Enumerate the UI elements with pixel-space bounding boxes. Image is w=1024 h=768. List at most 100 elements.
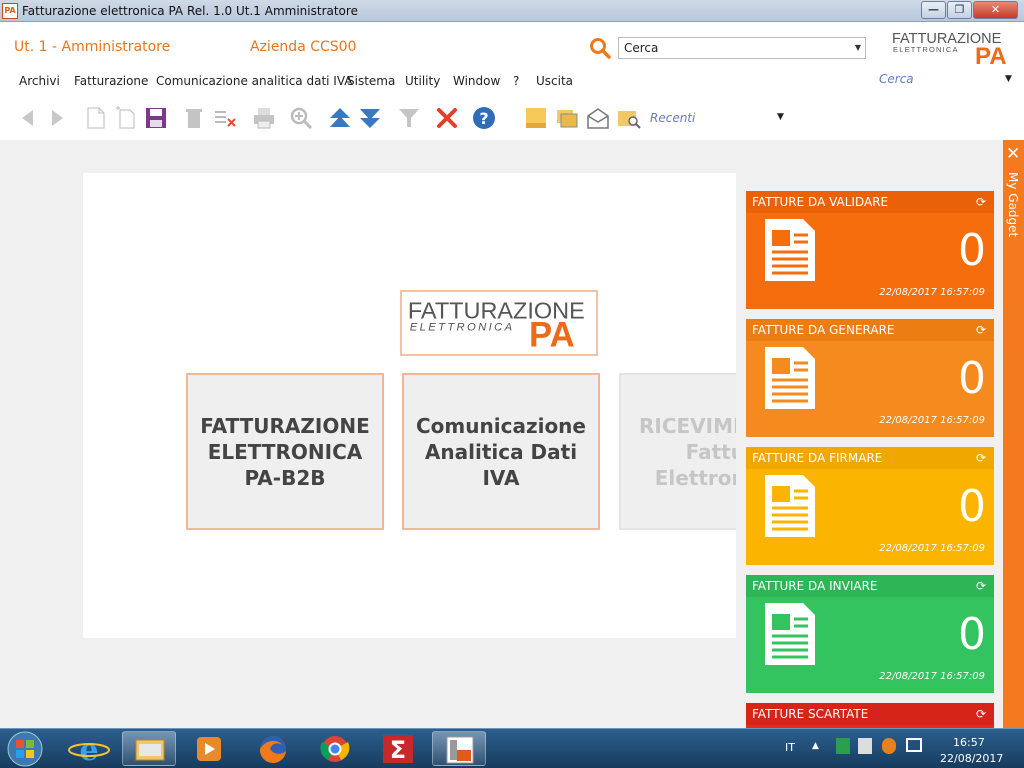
media-player-icon — [197, 737, 221, 761]
taskbar-fatturazione-pa[interactable] — [432, 731, 486, 766]
new-document-icon[interactable] — [84, 106, 108, 130]
search-folder-icon[interactable] — [617, 106, 641, 130]
my-gadget-label: My Gadget — [1006, 172, 1020, 238]
taskbar-sigma-app[interactable]: Σ — [371, 731, 425, 766]
internet-explorer-icon: e — [68, 733, 110, 768]
clock-time[interactable]: 16:57 — [953, 736, 985, 749]
gadget-timestamp: 22/08/2017 16:57:09 — [879, 415, 985, 426]
gadget-fatture-da-validare[interactable]: FATTURE DA VALIDARE ⟳ 0 22/08/2017 16:57… — [746, 191, 994, 309]
tile-ricevimento-fatture[interactable]: RICEVIMENTO Fatture Elettroniche — [619, 373, 736, 530]
windows-start-icon[interactable] — [5, 730, 45, 768]
document-icon — [765, 603, 815, 665]
firefox-icon — [259, 736, 286, 764]
menu-fatturazione[interactable]: Fatturazione — [74, 74, 148, 88]
minimize-button[interactable]: — — [921, 1, 946, 19]
gadget-title: FATTURE SCARTATE — [746, 703, 994, 725]
clock-date[interactable]: 22/08/2017 — [940, 752, 1003, 765]
gadget-fatture-da-inviare[interactable]: FATTURE DA INVIARE ⟳ 0 22/08/2017 16:57:… — [746, 575, 994, 693]
gadget-title: FATTURE DA VALIDARE — [746, 191, 994, 213]
back-arrow-icon[interactable] — [16, 106, 40, 130]
tray-app-icon[interactable] — [836, 738, 850, 754]
document-icon — [765, 219, 815, 281]
gadget-count: 0 — [958, 353, 986, 404]
gadget-fatture-scartate[interactable]: FATTURE SCARTATE ⟳ — [746, 703, 994, 728]
cancel-x-icon[interactable] — [435, 106, 459, 130]
search-dropdown-arrow[interactable]: ▼ — [851, 38, 865, 58]
gadget-title: FATTURE DA GENERARE — [746, 319, 994, 341]
zoom-icon[interactable] — [289, 106, 313, 130]
my-gadget-sidebar[interactable]: ✕ My Gadget — [1003, 140, 1024, 728]
quick-search-field[interactable]: Cerca — [879, 72, 914, 86]
menu-help[interactable]: ? — [513, 74, 519, 88]
menu-archivi[interactable]: Archivi — [19, 74, 60, 88]
gadget-title: FATTURE DA FIRMARE — [746, 447, 994, 469]
taskbar-media-player[interactable] — [182, 731, 236, 766]
taskbar-file-explorer[interactable] — [122, 731, 176, 766]
menu-sistema[interactable]: Sistema — [347, 74, 395, 88]
forward-arrow-icon[interactable] — [45, 106, 69, 130]
delete-rows-icon[interactable] — [213, 106, 237, 130]
gadget-count: 0 — [958, 609, 986, 660]
taskbar-firefox[interactable] — [246, 731, 300, 766]
refresh-icon[interactable]: ⟳ — [976, 451, 986, 465]
folders-icon[interactable] — [555, 106, 579, 130]
gadget-timestamp: 22/08/2017 16:57:09 — [879, 287, 985, 298]
language-indicator[interactable]: IT — [785, 741, 795, 754]
svg-text:PA: PA — [975, 43, 1007, 66]
recent-items-combo[interactable]: Recenti — [650, 111, 695, 125]
maximize-button[interactable]: ❐ — [947, 1, 972, 19]
menu-comunicazione-analitica[interactable]: Comunicazione analitica dati IVA — [156, 74, 352, 88]
svg-text:?: ? — [479, 109, 488, 128]
window-title: Fatturazione elettronica PA Rel. 1.0 Ut.… — [22, 4, 358, 18]
gadget-count: 0 — [958, 481, 986, 532]
refresh-icon[interactable]: ⟳ — [976, 195, 986, 209]
delete-trash-icon[interactable] — [182, 106, 206, 130]
menu-window[interactable]: Window — [453, 74, 500, 88]
recent-items-dropdown-arrow[interactable]: ▼ — [777, 112, 784, 122]
gadget-timestamp: 22/08/2017 16:57:09 — [879, 543, 985, 554]
search-input[interactable]: Cerca — [618, 37, 866, 59]
chrome-icon — [320, 736, 350, 762]
document-icon — [765, 475, 815, 537]
tile-comunicazione-analitica[interactable]: Comunicazione Analitica Dati IVA — [402, 373, 600, 530]
refresh-icon[interactable]: ⟳ — [976, 579, 986, 593]
menu-utility[interactable]: Utility — [405, 74, 440, 88]
tile-fatturazione-elettronica[interactable]: FATTURAZIONE ELETTRONICA PA-B2B — [186, 373, 384, 530]
sticky-note-icon[interactable] — [524, 106, 548, 130]
tray-avast-icon[interactable] — [882, 738, 896, 754]
company-label: Azienda CCS00 — [250, 39, 357, 55]
filter-icon[interactable] — [397, 106, 421, 130]
tray-network-icon[interactable] — [906, 738, 922, 752]
show-hidden-icons-arrow-icon[interactable]: ▲ — [812, 741, 819, 751]
duplicate-document-icon[interactable] — [114, 106, 138, 130]
window-title-bar[interactable]: PA Fatturazione elettronica PA Rel. 1.0 … — [0, 0, 1024, 22]
close-button[interactable]: ✕ — [973, 1, 1018, 19]
print-icon[interactable] — [252, 106, 276, 130]
taskbar-chrome[interactable] — [308, 731, 362, 766]
folder-icon — [135, 739, 165, 761]
app-icon: PA — [2, 3, 18, 19]
menu-uscita[interactable]: Uscita — [536, 74, 573, 88]
refresh-icon[interactable]: ⟳ — [976, 707, 986, 721]
help-icon[interactable]: ? — [472, 106, 496, 130]
search-icon[interactable] — [589, 37, 611, 59]
svg-text:PA: PA — [529, 316, 575, 354]
fatturazione-pa-logo: FATTURAZIONE ELETTRONICA PA — [892, 31, 1007, 66]
center-product-logo: FATTURAZIONE ELETTRONICA PA — [400, 290, 598, 356]
tray-flag-icon[interactable] — [858, 738, 872, 754]
mail-envelope-icon[interactable] — [586, 106, 610, 130]
move-down-icon[interactable] — [358, 106, 382, 130]
gadget-fatture-da-firmare[interactable]: FATTURE DA FIRMARE ⟳ 0 22/08/2017 16:57:… — [746, 447, 994, 565]
move-up-icon[interactable] — [328, 106, 352, 130]
taskbar-internet-explorer[interactable]: e — [62, 731, 116, 768]
gadget-fatture-da-generare[interactable]: FATTURE DA GENERARE ⟳ 0 22/08/2017 16:57… — [746, 319, 994, 437]
gadget-title: FATTURE DA INVIARE — [746, 575, 994, 597]
quick-search-dropdown-arrow[interactable]: ▼ — [1005, 74, 1012, 84]
gadget-count: 0 — [958, 225, 986, 276]
refresh-icon[interactable]: ⟳ — [976, 323, 986, 337]
sigma-app-icon: Σ — [383, 735, 413, 764]
save-icon[interactable] — [144, 106, 168, 130]
close-gadget-panel-icon[interactable]: ✕ — [1006, 144, 1020, 164]
fatturazione-pa-app-icon — [446, 736, 474, 764]
document-icon — [765, 347, 815, 409]
